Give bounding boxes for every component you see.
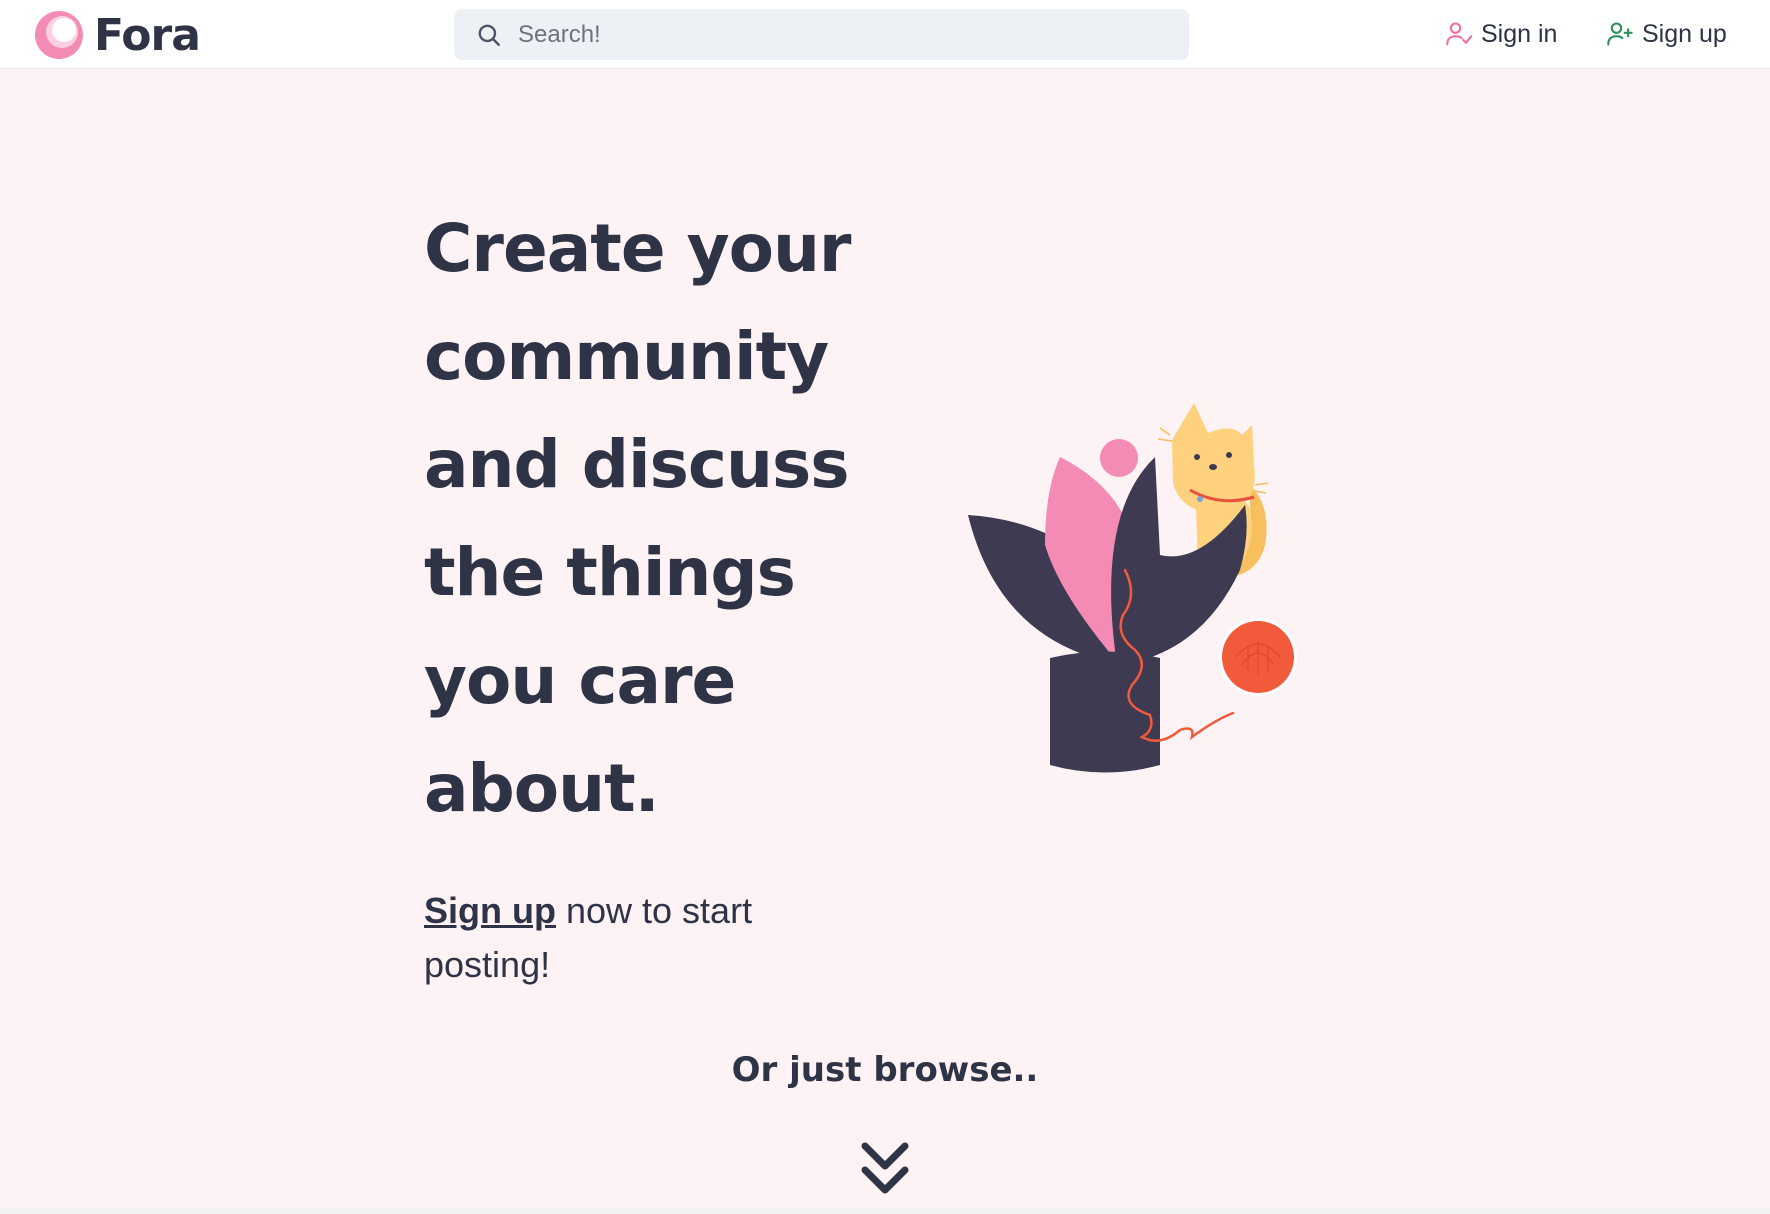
cat-plant-illustration — [968, 403, 1297, 773]
page-bottom-edge — [0, 1208, 1770, 1214]
pink-ball — [1100, 439, 1138, 477]
brand-logo[interactable]: Fora — [34, 9, 201, 61]
sign-up-link[interactable]: Sign up — [1606, 14, 1727, 54]
sign-up-label: Sign up — [1642, 19, 1727, 48]
search-input[interactable] — [516, 19, 1160, 50]
double-chevron-down-icon[interactable] — [859, 1140, 911, 1200]
sign-in-label: Sign in — [1481, 19, 1558, 48]
top-navbar: Fora Sign in Sign up — [0, 0, 1770, 69]
brand-name: Fora — [94, 9, 201, 61]
user-check-icon — [1446, 22, 1473, 46]
fora-logo-icon — [35, 11, 83, 59]
user-plus-icon — [1607, 22, 1633, 46]
sign-in-link[interactable]: Sign in — [1445, 14, 1557, 54]
search-icon — [478, 24, 500, 46]
search-bar[interactable] — [454, 9, 1189, 60]
sign-up-inline-link[interactable]: Sign up — [424, 890, 556, 931]
hero-title: Create your community and discuss the th… — [424, 210, 851, 827]
hero-cta: Sign up now to start posting! — [424, 884, 844, 992]
browse-label: Or just browse.. — [731, 1050, 1039, 1090]
